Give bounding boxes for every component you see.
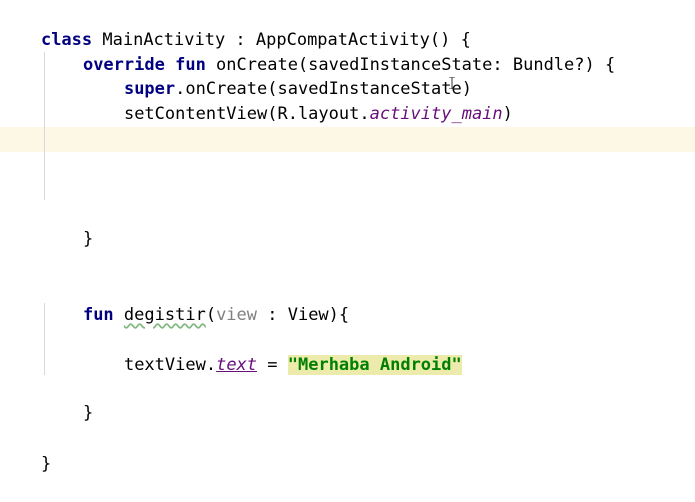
code-line-8[interactable]: } [42,376,93,423]
text-cursor-icon [449,76,455,90]
unused-parameter: view [216,305,258,325]
code-line-3[interactable]: super.onCreate(savedInstanceState) [83,52,472,99]
closing-brace: } [82,403,94,423]
code-text: setContentView(R.layout. [123,104,370,124]
string-literal: "Merhaba Android" [287,355,462,375]
code-line-9[interactable]: } [0,427,51,474]
code-editor[interactable]: class MainActivity : AppCompatActivity()… [0,0,695,474]
resource-reference: activity_main [369,104,503,124]
string-highlight: "Merhaba Android" [287,355,462,375]
code-text: ) [502,104,513,124]
code-line-1[interactable]: class MainActivity : AppCompatActivity()… [0,3,471,50]
code-text: textView. [123,355,217,375]
closing-brace: } [40,454,52,474]
current-line-highlight [0,127,695,152]
code-line-2[interactable]: override fun onCreate(savedInstanceState… [42,28,615,75]
code-line-5[interactable]: } [42,202,93,249]
function-name: degistir [123,305,206,325]
code-text: ( [205,305,217,325]
code-text: = [257,355,288,375]
code-line-6[interactable]: fun degistir(view : View){ [42,278,349,325]
code-text: : View){ [257,305,350,325]
code-line-7[interactable]: textView.text = "Merhaba Android" [83,328,462,375]
closing-brace: } [82,229,94,249]
keyword: fun [82,305,114,325]
synthetic-property: text [216,355,258,375]
